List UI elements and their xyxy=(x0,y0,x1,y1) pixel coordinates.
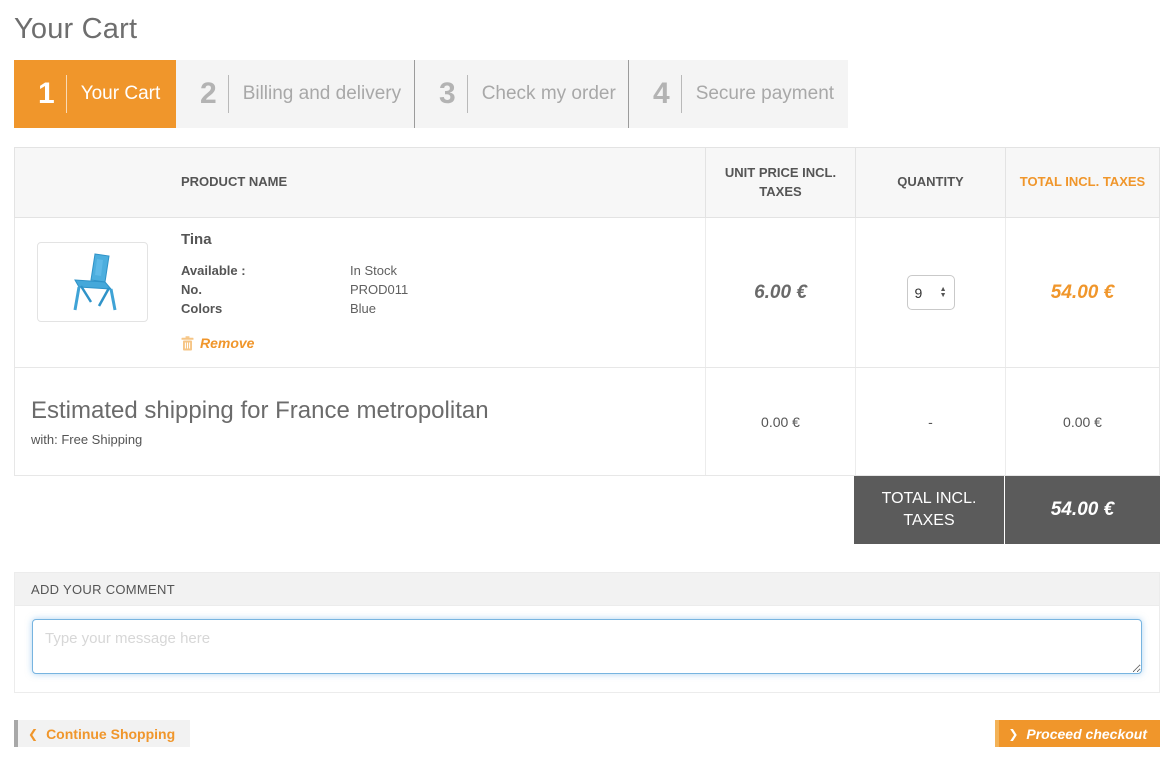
grand-total-label: TOTAL INCL. TAXES xyxy=(869,488,989,533)
total-price-cell: 54.00 € xyxy=(1005,218,1159,367)
blue-chair-image xyxy=(57,250,129,314)
proceed-checkout-button[interactable]: ❯ Proceed checkout xyxy=(995,720,1160,747)
shipping-unit-price: 0.00 € xyxy=(761,414,800,430)
step-number: 2 xyxy=(176,77,217,111)
empty-cell xyxy=(14,476,704,544)
unit-price-value: 6.00 € xyxy=(754,282,807,304)
product-name[interactable]: Tina xyxy=(181,231,408,248)
shipping-total-cell: 0.00 € xyxy=(1005,368,1159,475)
quantity-input[interactable] xyxy=(915,285,931,301)
header-product-name: PRODUCT NAME xyxy=(15,148,705,217)
product-info: Tina Available : In Stock No. PROD011 Co… xyxy=(181,231,408,351)
cart-product-row: Tina Available : In Stock No. PROD011 Co… xyxy=(14,218,1160,368)
remove-label: Remove xyxy=(200,335,254,351)
comment-section-title: ADD YOUR COMMENT xyxy=(14,572,1160,606)
product-thumbnail[interactable] xyxy=(37,242,148,322)
shipping-row: Estimated shipping for France metropolit… xyxy=(14,368,1160,476)
product-attributes: Available : In Stock No. PROD011 Colors … xyxy=(181,261,408,318)
step-divider xyxy=(228,75,229,113)
attribute-label: No. xyxy=(181,280,350,299)
spinner-down-icon[interactable]: ▼ xyxy=(940,293,947,299)
step-divider xyxy=(467,75,468,113)
attribute-row: Available : In Stock xyxy=(181,261,408,280)
line-total-value: 54.00 € xyxy=(1051,282,1114,304)
step-divider xyxy=(66,75,67,113)
shipping-carrier: with: Free Shipping xyxy=(31,432,142,447)
checkout-steps: 1 Your Cart 2 Billing and delivery 3 Che… xyxy=(14,60,848,128)
comment-body xyxy=(14,606,1160,693)
shipping-cell: Estimated shipping for France metropolit… xyxy=(15,368,705,475)
unit-price-cell: 6.00 € xyxy=(705,218,855,367)
quantity-cell: ▲ ▼ xyxy=(855,218,1005,367)
proceed-checkout-label: Proceed checkout xyxy=(1026,726,1147,742)
attribute-label: Available : xyxy=(181,261,350,280)
cart-table: PRODUCT NAME UNIT PRICE INCL. TAXES QUAN… xyxy=(14,147,1160,544)
attribute-value: Blue xyxy=(350,299,376,318)
step-label: Check my order xyxy=(482,83,616,105)
grand-total-value-cell: 54.00 € xyxy=(1004,476,1160,544)
quantity-stepper[interactable]: ▲ ▼ xyxy=(907,275,955,310)
step-your-cart[interactable]: 1 Your Cart xyxy=(14,60,176,128)
header-unit-price: UNIT PRICE INCL. TAXES xyxy=(705,148,855,217)
shipping-unit-price-cell: 0.00 € xyxy=(705,368,855,475)
quantity-spinner-arrows[interactable]: ▲ ▼ xyxy=(940,287,947,298)
remove-product-link[interactable]: Remove xyxy=(181,335,254,351)
header-quantity: QUANTITY xyxy=(855,148,1005,217)
attribute-label: Colors xyxy=(181,299,350,318)
chevron-right-icon: ❯ xyxy=(1008,727,1018,741)
attribute-row: No. PROD011 xyxy=(181,280,408,299)
step-number: 3 xyxy=(415,77,456,111)
step-check-order: 3 Check my order xyxy=(414,60,628,128)
shipping-title: Estimated shipping for France metropolit… xyxy=(31,397,489,425)
cart-footer: ❮ Continue Shopping ❯ Proceed checkout xyxy=(14,720,1160,747)
comment-section: ADD YOUR COMMENT xyxy=(14,572,1160,693)
step-secure-payment: 4 Secure payment xyxy=(628,60,848,128)
cart-table-header: PRODUCT NAME UNIT PRICE INCL. TAXES QUAN… xyxy=(14,147,1160,218)
step-divider xyxy=(681,75,682,113)
grand-total-label-cell: TOTAL INCL. TAXES xyxy=(854,476,1004,544)
header-total: TOTAL INCL. TAXES xyxy=(1005,148,1159,217)
continue-shopping-label: Continue Shopping xyxy=(46,726,175,742)
shipping-total: 0.00 € xyxy=(1063,414,1102,430)
chevron-left-icon: ❮ xyxy=(28,727,38,741)
shipping-quantity-cell: - xyxy=(855,368,1005,475)
step-number: 4 xyxy=(629,77,670,111)
empty-cell xyxy=(704,476,854,544)
grand-total-row: TOTAL INCL. TAXES 54.00 € xyxy=(14,476,1160,544)
attribute-value: PROD011 xyxy=(350,280,408,299)
step-billing-delivery: 2 Billing and delivery xyxy=(176,60,414,128)
step-number: 1 xyxy=(14,77,55,111)
grand-total-value: 54.00 € xyxy=(1051,499,1114,521)
trash-icon xyxy=(181,336,194,351)
continue-shopping-button[interactable]: ❮ Continue Shopping xyxy=(14,720,190,747)
step-label: Your Cart xyxy=(81,83,161,105)
comment-textarea[interactable] xyxy=(32,619,1142,674)
shipping-quantity: - xyxy=(928,414,933,430)
attribute-value: In Stock xyxy=(350,261,397,280)
product-cell: Tina Available : In Stock No. PROD011 Co… xyxy=(15,218,705,367)
step-label: Billing and delivery xyxy=(243,83,401,105)
page-title: Your Cart xyxy=(14,13,1160,46)
step-label: Secure payment xyxy=(696,83,834,105)
attribute-row: Colors Blue xyxy=(181,299,408,318)
